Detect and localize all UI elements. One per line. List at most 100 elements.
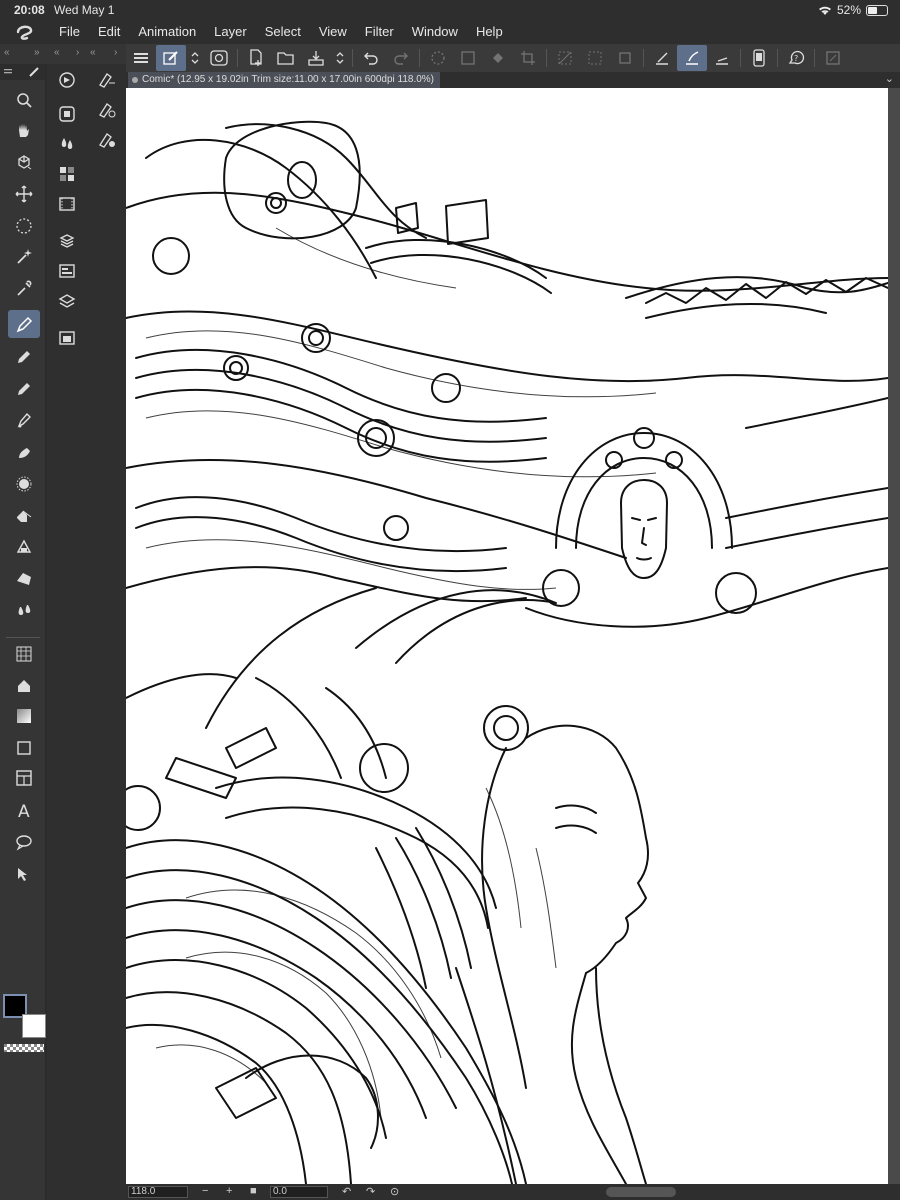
smartphone-icon[interactable]	[744, 45, 774, 71]
expand-icon[interactable]	[818, 45, 848, 71]
transparent-color-swatch[interactable]	[4, 1044, 44, 1052]
tool-property-icon[interactable]	[95, 98, 119, 122]
layer-property-icon[interactable]	[55, 102, 79, 126]
brush-icon[interactable]	[8, 374, 40, 402]
separator	[546, 49, 547, 67]
layer-search-icon[interactable]	[55, 259, 79, 283]
text-icon[interactable]: A	[8, 796, 40, 824]
clear-selection-icon[interactable]	[550, 45, 580, 71]
svg-text:?: ?	[794, 54, 798, 63]
menu-edit[interactable]: Edit	[89, 20, 129, 44]
ellipse-icon[interactable]	[8, 764, 40, 792]
sub-tool-detail-icon[interactable]	[95, 128, 119, 152]
ruler-triangle-icon[interactable]	[8, 734, 40, 762]
hamburger-menu-icon[interactable]	[126, 45, 156, 71]
save-icon[interactable]	[301, 45, 331, 71]
menu-select[interactable]: Select	[256, 20, 310, 44]
open-folder-icon[interactable]	[271, 45, 301, 71]
horizontal-scrollbar[interactable]	[606, 1187, 676, 1197]
eraser-icon[interactable]	[8, 502, 40, 530]
pencil-icon[interactable]	[8, 342, 40, 370]
transform-icon[interactable]	[453, 45, 483, 71]
magic-wand-icon[interactable]	[8, 242, 40, 270]
water-icon[interactable]	[8, 532, 40, 560]
line-artwork	[126, 120, 888, 1184]
invert-selection-icon[interactable]	[580, 45, 610, 71]
document-title: Comic* (12.95 x 19.02in Trim size:11.00 …	[142, 74, 435, 85]
menu-layer[interactable]: Layer	[205, 20, 256, 44]
battery-icon	[866, 4, 888, 16]
collapse-left-icon-2[interactable]: «	[54, 47, 60, 58]
decoration-icon[interactable]	[8, 438, 40, 466]
loading-icon[interactable]	[423, 45, 453, 71]
brush-size-icon[interactable]	[95, 68, 119, 92]
crop-icon[interactable]	[513, 45, 543, 71]
tool-palette-tab[interactable]	[0, 64, 46, 80]
sub-palette-bar-2	[87, 64, 126, 1200]
rotate-icon[interactable]	[8, 148, 40, 176]
special-ruler-snap-icon[interactable]	[677, 45, 707, 71]
fit-icon[interactable]: ■	[250, 1185, 257, 1197]
sub-color-swatch[interactable]	[22, 1014, 46, 1038]
zoom-out-icon[interactable]: −	[202, 1185, 208, 1197]
material-icon[interactable]	[55, 229, 79, 253]
frame-border-icon[interactable]	[8, 702, 40, 730]
ruler-icon[interactable]	[8, 564, 40, 592]
sub-view-icon[interactable]	[55, 326, 79, 350]
pen-icon[interactable]	[8, 310, 40, 338]
balloon-icon[interactable]	[8, 828, 40, 856]
menu-view[interactable]: View	[310, 20, 356, 44]
ios-status-bar: 20:08 Wed May 1 52%	[0, 0, 900, 20]
new-file-icon[interactable]	[241, 45, 271, 71]
redo-icon[interactable]	[386, 45, 416, 71]
collapse-right-icon-2[interactable]: ›	[76, 47, 79, 58]
eyedropper-icon[interactable]	[8, 274, 40, 302]
chevron-updown-icon[interactable]	[186, 45, 204, 71]
menu-filter[interactable]: Filter	[356, 20, 403, 44]
separator	[814, 49, 815, 67]
rotate-right-icon[interactable]: ↷	[366, 1185, 375, 1198]
rotation-field[interactable]: 0.0	[270, 1186, 328, 1198]
airbrush-icon[interactable]	[8, 406, 40, 434]
chevron-down-icon[interactable]: ⌄	[885, 72, 894, 85]
zoom-icon[interactable]	[8, 86, 40, 114]
gradient-icon[interactable]	[8, 640, 40, 668]
navigator-icon[interactable]	[55, 68, 79, 92]
collapse-right-icon[interactable]: »	[34, 47, 40, 58]
menu-help[interactable]: Help	[467, 20, 512, 44]
app-logo-icon[interactable]	[0, 20, 50, 44]
collapse-left-icon-3[interactable]: «	[90, 47, 96, 58]
grid-snap-icon[interactable]	[707, 45, 737, 71]
layers-icon[interactable]	[55, 289, 79, 313]
timeline-icon[interactable]	[55, 192, 79, 216]
chevron-updown-icon-2[interactable]	[331, 45, 349, 71]
menu-window[interactable]: Window	[403, 20, 467, 44]
collapse-right-icon-3[interactable]: ›	[114, 47, 117, 58]
rectangle-icon[interactable]	[8, 672, 40, 700]
color-set-icon[interactable]	[55, 162, 79, 186]
selection-border-icon[interactable]	[610, 45, 640, 71]
lasso-select-icon[interactable]	[8, 212, 40, 240]
undo-icon[interactable]	[356, 45, 386, 71]
ruler-snap-icon[interactable]	[647, 45, 677, 71]
fill-icon[interactable]	[8, 596, 40, 624]
zoom-field[interactable]: 118.0	[128, 1186, 188, 1198]
clock: 20:08	[14, 3, 45, 17]
drawing-canvas[interactable]	[126, 88, 888, 1184]
operation-icon[interactable]	[8, 860, 40, 888]
collapse-left-icon[interactable]: «	[4, 47, 10, 58]
zoom-in-icon[interactable]: +	[226, 1185, 232, 1197]
document-tab[interactable]: Comic* (12.95 x 19.02in Trim size:11.00 …	[128, 72, 441, 88]
color-mixing-icon[interactable]	[55, 132, 79, 156]
blend-icon[interactable]	[8, 470, 40, 498]
menu-file[interactable]: File	[50, 20, 89, 44]
rotate-left-icon[interactable]: ↶	[342, 1185, 351, 1198]
menu-animation[interactable]: Animation	[129, 20, 205, 44]
fill-selection-icon[interactable]	[483, 45, 513, 71]
edit-mode-icon[interactable]	[156, 45, 186, 71]
companion-icon[interactable]	[204, 45, 234, 71]
reset-rotation-icon[interactable]: ⊙	[390, 1185, 399, 1198]
move-icon[interactable]	[8, 180, 40, 208]
help-icon[interactable]: ?	[781, 45, 811, 71]
hand-icon[interactable]	[8, 116, 40, 144]
